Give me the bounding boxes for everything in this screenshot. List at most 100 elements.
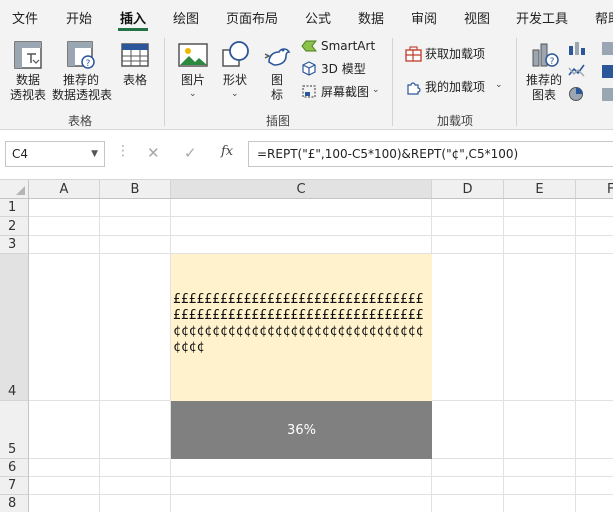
svg-text:⌄: ⌄ (588, 47, 590, 56)
formula-bar: C4 ▼ ⋮ ✕ ✓ fx =REPT("£",100-C5*100)&REPT… (0, 130, 613, 180)
menu-insert[interactable]: 插入 (120, 8, 146, 27)
smartart-icon (301, 40, 317, 52)
worksheet: A B C D E F 1 2 3 4 5 6 7 8 ££££££££££££… (0, 180, 613, 512)
row-header-6[interactable]: 6 (0, 459, 29, 477)
recommended-pivot-label-1: 推荐的 (62, 73, 99, 87)
row-header-1[interactable]: 1 (0, 199, 29, 217)
row-header-2[interactable]: 2 (0, 217, 29, 236)
recommended-charts-label-2: 图表 (531, 88, 556, 102)
more-icon[interactable]: ⋮ (116, 143, 130, 159)
row-number: 2 (8, 219, 17, 234)
get-addins-label: 获取加载项 (425, 47, 486, 61)
chevron-down-icon[interactable]: ▼ (91, 149, 98, 159)
menu-bar: 文件 开始 插入 绘图 页面布局 公式 数据 审阅 视图 开发工具 帮助 (0, 0, 613, 32)
row-number: 5 (8, 442, 17, 457)
row-number: 1 (8, 200, 17, 215)
gridline (29, 235, 613, 236)
shapes-label: 形状 (222, 73, 247, 87)
svg-text:?: ? (86, 59, 91, 69)
column-header-f[interactable]: F (576, 180, 613, 199)
menu-formulas[interactable]: 公式 (305, 8, 331, 27)
cell-c4-value: ££££££££££££££££££££££££££££££££££££££££… (173, 292, 424, 355)
menu-review[interactable]: 审阅 (411, 8, 437, 27)
menu-page-layout[interactable]: 页面布局 (226, 8, 278, 27)
menu-developer[interactable]: 开发工具 (516, 8, 568, 27)
gridline (29, 494, 613, 495)
icons-icon (264, 48, 291, 66)
column-header-a[interactable]: A (29, 180, 100, 199)
chevron-down-icon: ⌄ (372, 85, 380, 95)
row-number: 3 (8, 237, 17, 252)
insert-function-icon[interactable]: fx (221, 144, 233, 159)
cube-icon (302, 61, 316, 76)
my-addins-label: 我的加载项 (425, 80, 486, 94)
addin-icon (407, 82, 421, 95)
menu-draw[interactable]: 绘图 (173, 8, 199, 27)
select-all-button[interactable] (0, 180, 29, 199)
row-number: 4 (8, 384, 17, 399)
svg-text:?: ? (550, 57, 555, 67)
addins-group-label: 加载项 (437, 114, 474, 128)
formula-text: =REPT("£",100-C5*100)&REPT("¢",C5*100) (257, 147, 519, 161)
3d-models-label: 3D 模型 (321, 62, 366, 76)
formula-input[interactable]: =REPT("£",100-C5*100)&REPT("¢",C5*100) (248, 141, 613, 167)
menu-home[interactable]: 开始 (66, 8, 92, 27)
menu-view[interactable]: 视图 (464, 8, 490, 27)
active-tab-indicator (118, 28, 148, 31)
menu-help[interactable]: 帮助 (595, 8, 613, 27)
recommended-pivot-icon: ? (67, 41, 95, 69)
recommended-pivot-label-2: 数据透视表 (51, 88, 112, 102)
pie-chart-icon[interactable] (568, 86, 590, 102)
pivot-table-label-1: 数据 (15, 73, 40, 87)
chevron-down-icon: ⌄ (189, 89, 197, 99)
row-header-7[interactable]: 7 (0, 477, 29, 495)
row-header-8[interactable]: 8 (0, 495, 29, 512)
more-charts-icon[interactable] (600, 40, 613, 102)
row-header-4[interactable]: 4 (0, 254, 29, 401)
line-chart-icon[interactable] (568, 63, 590, 79)
store-icon (405, 46, 422, 62)
cell-c4[interactable]: ££££££££££££££££££££££££££££££££££££££££… (171, 254, 432, 401)
ribbon: 数据 透视表 ? 推荐的 数据透视表 表格 表格 图片 ⌄ 形状 ⌄ 图 标 S… (0, 32, 613, 130)
row-header-3[interactable]: 3 (0, 236, 29, 254)
screenshot-label: 屏幕截图 (321, 85, 370, 99)
chevron-down-icon: ⌄ (495, 80, 503, 90)
name-box-value: C4 (12, 147, 29, 161)
confirm-icon[interactable]: ✓ (184, 144, 197, 162)
separator (164, 38, 165, 126)
recommended-charts-label-1: 推荐的 (525, 73, 562, 87)
separator (392, 38, 393, 126)
column-header-c[interactable]: C (171, 180, 432, 199)
icons-label-2: 标 (270, 88, 283, 102)
picture-icon (178, 43, 208, 67)
gridline (29, 476, 613, 477)
menu-data[interactable]: 数据 (358, 8, 384, 27)
chevron-down-icon: ⌄ (231, 89, 239, 99)
row-header-5[interactable]: 5 (0, 401, 29, 459)
smartart-label: SmartArt (321, 39, 376, 53)
tables-group-label: 表格 (68, 114, 93, 128)
column-chart-icon[interactable]: ⌄ (568, 40, 590, 56)
row-number: 6 (8, 460, 17, 475)
column-header-b[interactable]: B (100, 180, 171, 199)
table-icon (121, 43, 149, 67)
pivot-table-label-2: 透视表 (9, 88, 46, 102)
cell-c5[interactable]: 36% (171, 401, 432, 459)
gridline (503, 199, 504, 512)
cancel-icon[interactable]: ✕ (147, 144, 160, 162)
menu-file[interactable]: 文件 (12, 8, 38, 27)
separator (516, 38, 517, 126)
pictures-label: 图片 (180, 73, 205, 87)
column-header-e[interactable]: E (504, 180, 576, 199)
select-all-icon (16, 186, 25, 195)
screenshot-icon (302, 85, 316, 98)
name-box[interactable]: C4 ▼ (5, 141, 105, 167)
gridline (99, 199, 100, 512)
table-label: 表格 (122, 73, 147, 87)
pivot-table-icon (14, 41, 42, 69)
column-header-d[interactable]: D (432, 180, 504, 199)
gridline (29, 216, 613, 217)
illustrations-group-label: 插图 (266, 114, 291, 128)
gridline (575, 199, 576, 512)
icons-label-1: 图 (270, 73, 283, 87)
